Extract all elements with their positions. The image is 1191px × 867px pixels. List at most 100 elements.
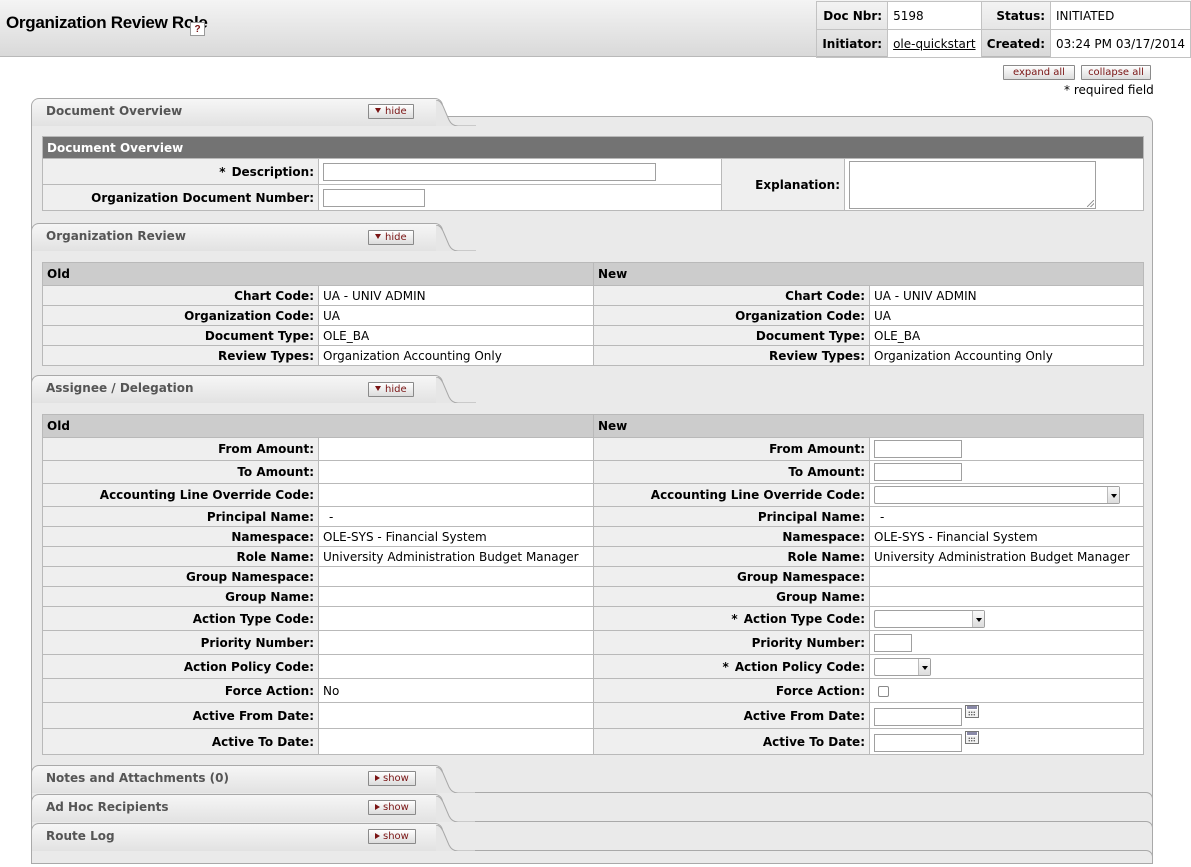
active-from-date-cell <box>869 702 1144 729</box>
chart-code-label-old: Chart Code: <box>42 285 319 306</box>
tab-organization-review: Organization Review hide <box>31 223 1153 257</box>
expand-all-button[interactable]: expand all <box>1003 65 1075 80</box>
active-to-date-input[interactable] <box>874 733 962 752</box>
chart-code-label-new: Chart Code: <box>593 285 870 306</box>
group-namespace-new <box>869 566 1144 587</box>
calendar-icon[interactable] <box>965 731 979 745</box>
tab-curve <box>436 767 476 793</box>
chevron-down-icon <box>1107 487 1119 503</box>
org-doc-number-input[interactable] <box>323 188 425 207</box>
force-action-checkbox[interactable] <box>878 685 889 697</box>
group-namespace-label-old: Group Namespace: <box>42 566 319 587</box>
action-type-code-cell <box>869 606 1144 631</box>
calendar-icon[interactable] <box>965 705 979 719</box>
show-ad-hoc-recipients-button[interactable]: show <box>368 800 416 815</box>
organization-review-table: Old New Chart Code: UA - UNIV ADMIN Char… <box>42 262 1144 366</box>
review-types-old: Organization Accounting Only <box>318 345 594 366</box>
org-code-old: UA <box>318 305 594 326</box>
role-name-old: University Administration Budget Manager <box>318 546 594 567</box>
active-from-date-label-new: Active From Date: <box>593 702 870 729</box>
show-route-log-button[interactable]: show <box>368 829 416 844</box>
group-name-new <box>869 586 1144 607</box>
org-code-label-new: Organization Code: <box>593 305 870 326</box>
help-icon[interactable]: ? <box>190 22 205 36</box>
collapse-all-button[interactable]: collapse all <box>1081 65 1151 80</box>
active-to-date-label-new: Active To Date: <box>593 728 870 755</box>
chart-code-old: UA - UNIV ADMIN <box>318 285 594 306</box>
doc-type-label-new: Document Type: <box>593 325 870 346</box>
explanation-textarea[interactable] <box>849 160 1096 209</box>
new-header: New <box>593 414 1144 438</box>
from-amount-input[interactable] <box>874 440 962 458</box>
group-name-old <box>318 586 594 607</box>
description-input[interactable] <box>323 162 656 181</box>
tab-curve <box>436 825 476 851</box>
toggle-label: show <box>383 831 409 842</box>
priority-number-input[interactable] <box>874 633 912 652</box>
tab-title: Notes and Attachments (0) <box>46 771 229 785</box>
tab-route-log: Route Log show <box>31 823 1153 857</box>
action-policy-code-label-old: Action Policy Code: <box>42 654 319 679</box>
old-header: Old <box>42 262 594 286</box>
action-policy-code-select[interactable] <box>874 657 931 676</box>
review-types-label-old: Review Types: <box>42 345 319 366</box>
triangle-right-icon <box>375 833 380 839</box>
hide-document-overview-button[interactable]: hide <box>368 104 414 119</box>
initiator-link[interactable]: ole-quickstart <box>893 37 975 51</box>
force-action-cell <box>869 678 1144 703</box>
triangle-down-icon <box>375 386 381 391</box>
review-types-new: Organization Accounting Only <box>869 345 1144 366</box>
action-type-code-label-new: * Action Type Code: <box>593 606 870 631</box>
old-header: Old <box>42 414 594 438</box>
page-title: Organization Review Role <box>6 13 208 32</box>
document-header: Organization Review Role ? Doc Nbr: 5198… <box>0 0 1191 58</box>
required-field-note: * required field <box>1064 83 1154 97</box>
chevron-down-icon <box>918 658 930 675</box>
explanation-label: Explanation: <box>721 158 845 211</box>
namespace-old: OLE-SYS - Financial System <box>318 526 594 547</box>
force-action-old: No <box>318 678 594 703</box>
active-from-date-label-old: Active From Date: <box>42 702 319 729</box>
group-name-label-old: Group Name: <box>42 586 319 607</box>
triangle-down-icon <box>375 234 381 239</box>
toggle-label: hide <box>385 232 407 243</box>
initiator-cell: ole-quickstart <box>887 29 982 58</box>
triangle-down-icon <box>375 108 381 113</box>
document-info-table: Doc Nbr: 5198 Status: INITIATED Initiato… <box>815 1 1191 58</box>
description-label-text: Description: <box>231 164 314 179</box>
required-mark: * <box>219 164 226 179</box>
to-amount-input[interactable] <box>874 463 962 481</box>
force-action-label-old: Force Action: <box>42 678 319 703</box>
from-amount-label-old: From Amount: <box>42 437 319 461</box>
tab-curve <box>436 796 476 822</box>
role-name-label-new: Role Name: <box>593 546 870 567</box>
doc-nbr-label: Doc Nbr: <box>815 1 889 30</box>
action-type-code-old <box>318 606 594 631</box>
triangle-right-icon <box>375 804 380 810</box>
active-from-date-old <box>318 702 594 729</box>
doc-type-old: OLE_BA <box>318 325 594 346</box>
acct-override-cell <box>869 483 1144 507</box>
new-header: New <box>593 262 1144 286</box>
active-from-date-input[interactable] <box>874 707 962 726</box>
tab-line <box>475 850 1153 857</box>
show-notes-attachments-button[interactable]: show <box>368 771 416 786</box>
tab-title: Route Log <box>46 829 115 843</box>
to-amount-label-old: To Amount: <box>42 460 319 484</box>
hide-assignee-delegation-button[interactable]: hide <box>368 382 414 397</box>
org-doc-number-label: Organization Document Number: <box>42 184 319 211</box>
doc-type-label-old: Document Type: <box>42 325 319 346</box>
action-type-code-label-text: Action Type Code: <box>743 611 865 626</box>
from-amount-label-new: From Amount: <box>593 437 870 461</box>
acct-override-select[interactable] <box>874 486 1120 504</box>
group-name-label-new: Group Name: <box>593 586 870 607</box>
group-namespace-label-new: Group Namespace: <box>593 566 870 587</box>
toggle-label: show <box>383 802 409 813</box>
from-amount-old <box>318 437 594 461</box>
hide-organization-review-button[interactable]: hide <box>368 230 414 245</box>
force-action-label-new: Force Action: <box>593 678 870 703</box>
priority-number-old <box>318 630 594 655</box>
principal-name-label-new: Principal Name: <box>593 506 870 527</box>
action-type-code-select[interactable] <box>874 609 985 628</box>
doc-type-new: OLE_BA <box>869 325 1144 346</box>
